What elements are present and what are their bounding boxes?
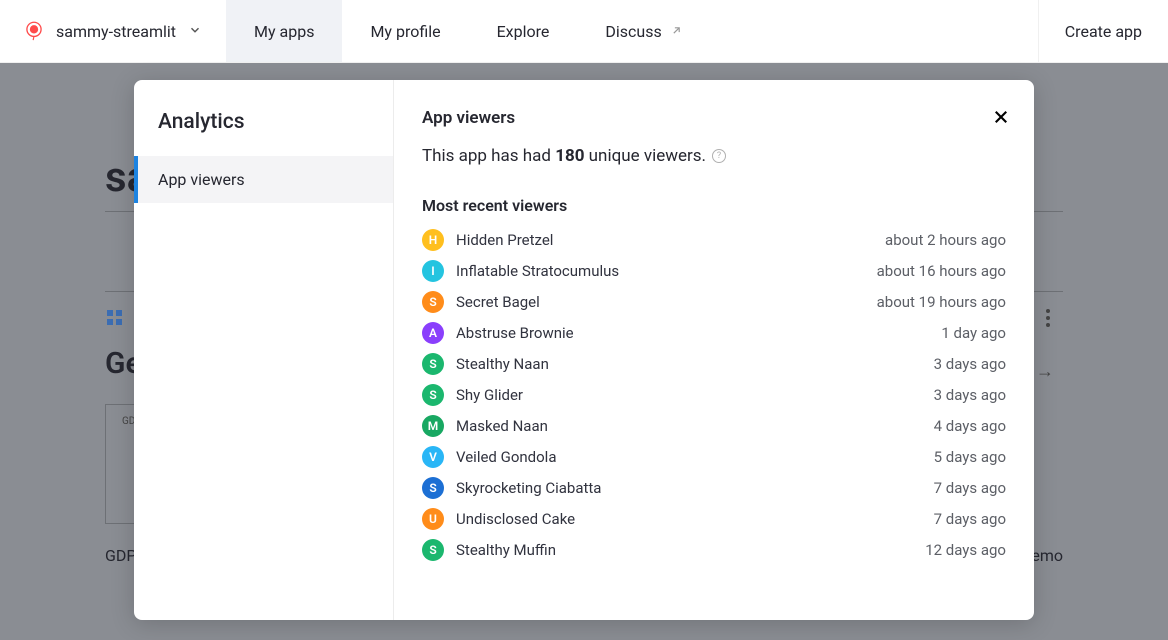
viewer-row: S Secret Bagelabout 19 hours ago xyxy=(422,291,1006,313)
viewer-time: 1 day ago xyxy=(941,324,1006,342)
viewer-row: M Masked Naan4 days ago xyxy=(422,415,1006,437)
avatar: M xyxy=(422,415,444,437)
viewer-name: Stealthy Muffin xyxy=(456,541,925,559)
viewer-time: about 16 hours ago xyxy=(877,262,1006,280)
avatar: I xyxy=(422,260,444,282)
external-link-icon xyxy=(670,22,683,41)
viewer-time: 12 days ago xyxy=(925,541,1006,559)
viewers-list: H Hidden Pretzelabout 2 hours ago I Inflata… xyxy=(422,229,1006,561)
viewer-name: Secret Bagel xyxy=(456,293,877,311)
summary-count: 180 xyxy=(555,146,584,166)
chevron-down-icon xyxy=(188,22,202,41)
viewer-time: about 2 hours ago xyxy=(885,231,1006,249)
avatar: S xyxy=(422,353,444,375)
summary-suffix: unique viewers. xyxy=(584,146,706,166)
viewer-time: 7 days ago xyxy=(934,479,1006,497)
viewer-time: 4 days ago xyxy=(934,417,1006,435)
viewer-time: 5 days ago xyxy=(934,448,1006,466)
avatar: U xyxy=(422,508,444,530)
viewer-row: A Abstruse Brownie1 day ago xyxy=(422,322,1006,344)
arrow-right-icon[interactable]: → xyxy=(1036,361,1054,382)
streamlit-balloon-icon xyxy=(24,21,44,41)
nav-tab-discuss[interactable]: Discuss xyxy=(577,0,710,62)
grid-view-icon[interactable] xyxy=(107,310,123,326)
viewer-row: U Undisclosed Cake7 days ago xyxy=(422,508,1006,530)
nav-spacer xyxy=(711,0,1038,62)
sidebar-item-label: App viewers xyxy=(158,170,245,189)
avatar: S xyxy=(422,477,444,499)
viewer-name: Veiled Gondola xyxy=(456,448,934,466)
viewer-name: Hidden Pretzel xyxy=(456,231,885,249)
viewer-name: Skyrocketing Ciabatta xyxy=(456,479,934,497)
nav-tab-explore[interactable]: Explore xyxy=(469,0,578,62)
bg-card-caption-left: GDP xyxy=(105,546,137,565)
nav-tab-label: Explore xyxy=(497,22,550,41)
workspace-selector[interactable]: sammy-streamlit xyxy=(0,0,226,62)
viewer-row: S Stealthy Naan3 days ago xyxy=(422,353,1006,375)
summary-prefix: This app has had xyxy=(422,146,555,166)
create-app-label: Create app xyxy=(1065,22,1142,41)
modal-sidebar-title: Analytics xyxy=(134,80,393,156)
sidebar-item-app-viewers[interactable]: App viewers xyxy=(134,156,393,203)
top-nav: sammy-streamlit My apps My profile Explo… xyxy=(0,0,1168,63)
viewer-row: S Shy Glider3 days ago xyxy=(422,384,1006,406)
viewer-row: S Stealthy Muffin12 days ago xyxy=(422,539,1006,561)
kebab-menu-icon[interactable] xyxy=(1046,309,1050,327)
bg-card-caption-right: emo xyxy=(1031,546,1063,565)
viewer-name: Undisclosed Cake xyxy=(456,510,934,528)
nav-tab-label: My profile xyxy=(370,22,440,41)
viewer-name: Inflatable Stratocumulus xyxy=(456,262,877,280)
avatar: V xyxy=(422,446,444,468)
close-button[interactable] xyxy=(992,108,1010,129)
avatar: H xyxy=(422,229,444,251)
viewer-row: V Veiled Gondola5 days ago xyxy=(422,446,1006,468)
viewer-row: S Skyrocketing Ciabatta7 days ago xyxy=(422,477,1006,499)
modal-sidebar: Analytics App viewers xyxy=(134,80,394,620)
info-icon[interactable]: ? xyxy=(712,149,726,163)
viewer-time: 7 days ago xyxy=(934,510,1006,528)
avatar: S xyxy=(422,539,444,561)
nav-tab-my-profile[interactable]: My profile xyxy=(342,0,468,62)
nav-tab-label: My apps xyxy=(254,22,314,41)
avatar: A xyxy=(422,322,444,344)
modal-title: App viewers xyxy=(422,108,1006,128)
viewer-time: 3 days ago xyxy=(934,386,1006,404)
workspace-name: sammy-streamlit xyxy=(56,22,176,41)
viewer-name: Shy Glider xyxy=(456,386,934,404)
recent-viewers-title: Most recent viewers xyxy=(422,196,1006,215)
viewer-name: Masked Naan xyxy=(456,417,934,435)
avatar: S xyxy=(422,384,444,406)
close-icon xyxy=(992,108,1010,126)
viewer-row: H Hidden Pretzelabout 2 hours ago xyxy=(422,229,1006,251)
viewer-name: Stealthy Naan xyxy=(456,355,934,373)
nav-tab-label: Discuss xyxy=(605,22,661,41)
create-app-button[interactable]: Create app xyxy=(1038,0,1168,62)
avatar: S xyxy=(422,291,444,313)
modal-main: App viewers This app has had 180 unique … xyxy=(394,80,1034,620)
viewer-time: 3 days ago xyxy=(934,355,1006,373)
viewer-name: Abstruse Brownie xyxy=(456,324,941,342)
viewer-summary: This app has had 180 unique viewers. ? xyxy=(422,146,1006,166)
viewer-time: about 19 hours ago xyxy=(877,293,1006,311)
analytics-modal: Analytics App viewers App viewers This a… xyxy=(134,80,1034,620)
nav-tab-my-apps[interactable]: My apps xyxy=(226,0,342,62)
viewer-row: I Inflatable Stratocumulusabout 16 hours … xyxy=(422,260,1006,282)
